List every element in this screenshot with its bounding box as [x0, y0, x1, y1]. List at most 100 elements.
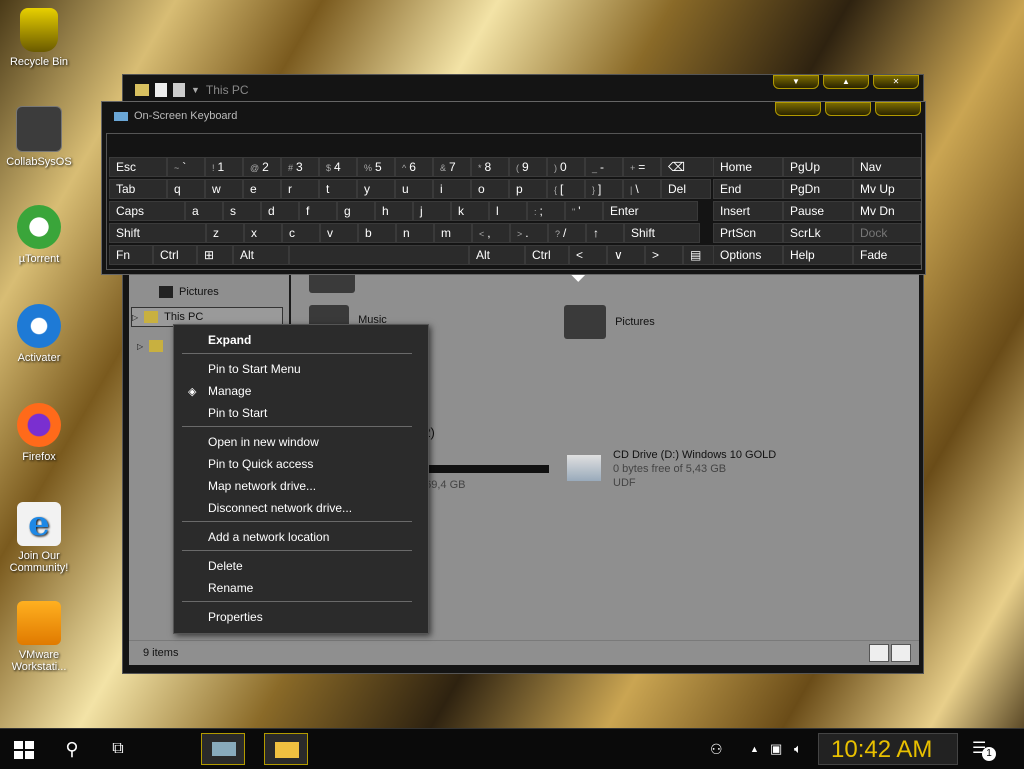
menu-item-map-network-drive[interactable]: Map network drive...: [208, 477, 316, 495]
osk-key[interactable]: Caps: [109, 201, 185, 221]
osk-key[interactable]: j: [413, 201, 451, 221]
desktop-icon-firefox[interactable]: Firefox: [4, 403, 74, 463]
osk-key[interactable]: h: [375, 201, 413, 221]
osk-key[interactable]: Tab: [109, 179, 167, 199]
osk-key[interactable]: + =: [623, 157, 661, 177]
osk-side-key[interactable]: End: [713, 179, 783, 199]
osk-key[interactable]: g: [337, 201, 375, 221]
osk-key[interactable]: ~ `: [167, 157, 205, 177]
checklist-icon[interactable]: [155, 83, 167, 97]
osk-key[interactable]: :;: [527, 201, 565, 221]
osk-key[interactable]: Enter: [603, 201, 698, 221]
osk-side-key[interactable]: Insert: [713, 201, 783, 221]
osk-side-key[interactable]: Mv Dn: [853, 201, 921, 221]
osk-key[interactable]: & 7: [433, 157, 471, 177]
menu-item-expand[interactable]: Expand: [208, 331, 251, 349]
osk-key[interactable]: b: [358, 223, 396, 243]
osk-key[interactable]: e: [243, 179, 281, 199]
osk-key[interactable]: Ctrl: [525, 245, 569, 265]
osk-key[interactable]: }]: [585, 179, 623, 199]
osk-key[interactable]: k: [451, 201, 489, 221]
osk-maximize-button[interactable]: [825, 102, 871, 116]
menu-item-delete[interactable]: Delete: [208, 557, 243, 575]
osk-key[interactable]: | \: [623, 179, 661, 199]
osk-key[interactable]: t: [319, 179, 357, 199]
osk-side-key[interactable]: Help: [783, 245, 853, 265]
osk-key[interactable]: y: [357, 179, 395, 199]
osk-key[interactable]: Ctrl: [153, 245, 197, 265]
show-hidden-icons-chevron[interactable]: ▲: [750, 733, 764, 765]
osk-key[interactable]: ! 1: [205, 157, 243, 177]
details-view-icon[interactable]: [869, 644, 889, 662]
osk-key[interactable]: a: [185, 201, 223, 221]
osk-key[interactable]: o: [471, 179, 509, 199]
task-view-icon[interactable]: ⧉: [104, 733, 132, 765]
osk-key[interactable]: f: [299, 201, 337, 221]
osk-key[interactable]: Esc: [109, 157, 167, 177]
osk-side-key[interactable]: Fade: [853, 245, 921, 265]
nav-item-pictures[interactable]: Pictures: [159, 283, 219, 301]
osk-side-key[interactable]: Pause: [783, 201, 853, 221]
osk-key[interactable]: ) 0: [547, 157, 585, 177]
osk-key[interactable]: #3: [281, 157, 319, 177]
osk-side-key[interactable]: PgDn: [783, 179, 853, 199]
pictures-folder[interactable]: Pictures: [564, 305, 655, 339]
nav-item-network[interactable]: ▷: [137, 337, 164, 355]
osk-key[interactable]: {[: [547, 179, 585, 199]
osk-key[interactable]: q: [167, 179, 205, 199]
osk-key[interactable]: >.: [510, 223, 548, 243]
search-icon[interactable]: ⚲: [58, 733, 86, 765]
osk-key[interactable]: Fn: [109, 245, 153, 265]
osk-side-key[interactable]: PrtScn: [713, 223, 783, 243]
desktop-icon-recycle-bin[interactable]: Recycle Bin: [4, 8, 74, 68]
menu-item-pin-quick-access[interactable]: Pin to Quick access: [208, 455, 313, 473]
osk-minimize-button[interactable]: [775, 102, 821, 116]
osk-key[interactable]: " ': [565, 201, 603, 221]
network-icon[interactable]: ▣: [770, 733, 790, 765]
osk-key[interactable]: * 8: [471, 157, 509, 177]
osk-key[interactable]: % 5: [357, 157, 395, 177]
osk-key[interactable]: p: [509, 179, 547, 199]
new-folder-icon[interactable]: [173, 83, 185, 97]
osk-side-key[interactable]: Nav: [853, 157, 921, 177]
osk-key[interactable]: ⊞: [197, 245, 233, 265]
osk-key[interactable]: $4: [319, 157, 357, 177]
desktop-icon-utorrent[interactable]: µTorrent: [4, 205, 74, 265]
osk-key[interactable]: (9: [509, 157, 547, 177]
osk-key[interactable]: Alt: [469, 245, 525, 265]
menu-item-open-new-window[interactable]: Open in new window: [208, 433, 319, 451]
menu-item-rename[interactable]: Rename: [208, 579, 253, 597]
osk-key[interactable]: ⌫: [661, 157, 719, 177]
osk-side-key[interactable]: PgUp: [783, 157, 853, 177]
desktop-icon-collabsysos[interactable]: CollabSysOS: [4, 106, 74, 168]
osk-side-key[interactable]: Home: [713, 157, 783, 177]
osk-key[interactable]: m: [434, 223, 472, 243]
menu-item-disconnect-network-drive[interactable]: Disconnect network drive...: [208, 499, 352, 517]
close-button[interactable]: ✕: [873, 75, 919, 89]
osk-key[interactable]: u: [395, 179, 433, 199]
osk-key[interactable]: x: [244, 223, 282, 243]
desktop-icon-activater[interactable]: Activater: [4, 304, 74, 364]
volume-icon[interactable]: 🔈︎: [794, 733, 814, 765]
osk-key[interactable]: [289, 245, 469, 265]
taskbar-app-explorer[interactable]: [264, 733, 308, 765]
osk-key[interactable]: v: [320, 223, 358, 243]
osk-key[interactable]: Alt: [233, 245, 289, 265]
minimize-button[interactable]: ▼: [773, 75, 819, 89]
osk-key[interactable]: <: [569, 245, 607, 265]
osk-key[interactable]: ^ 6: [395, 157, 433, 177]
osk-key[interactable]: Shift: [624, 223, 700, 243]
osk-side-key[interactable]: Options: [713, 245, 783, 265]
osk-side-key[interactable]: Dock: [853, 223, 921, 243]
osk-key[interactable]: i: [433, 179, 471, 199]
clock[interactable]: 10:42 AM: [818, 733, 958, 765]
maximize-button[interactable]: ▲: [823, 75, 869, 89]
menu-item-pin-to-start-menu[interactable]: Pin to Start Menu: [208, 360, 301, 378]
osk-key[interactable]: >: [645, 245, 683, 265]
osk-key[interactable]: <,: [472, 223, 510, 243]
osk-key[interactable]: w: [205, 179, 243, 199]
osk-side-key[interactable]: ScrLk: [783, 223, 853, 243]
osk-key[interactable]: d: [261, 201, 299, 221]
large-icons-view-icon[interactable]: [891, 644, 911, 662]
osk-key[interactable]: n: [396, 223, 434, 243]
